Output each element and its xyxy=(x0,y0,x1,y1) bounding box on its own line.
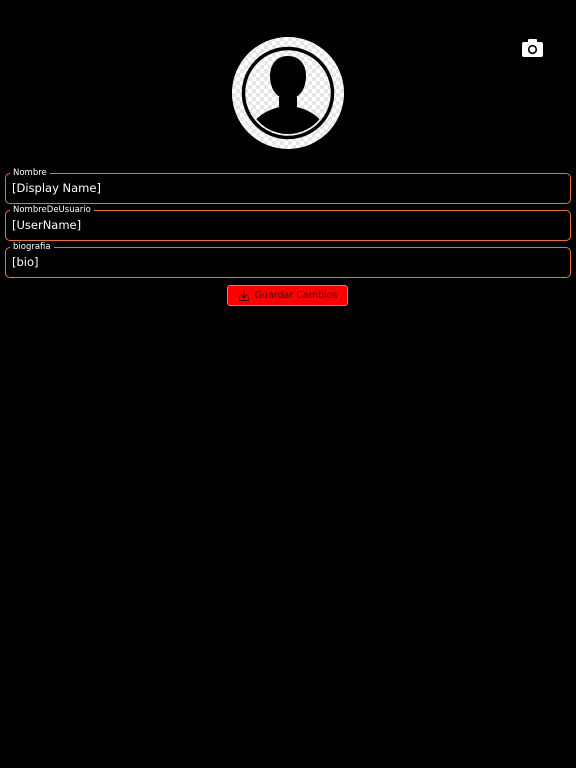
username-field[interactable]: NombreDeUsuario [UserName] xyxy=(5,204,571,241)
username-value[interactable]: [UserName] xyxy=(12,218,81,233)
camera-icon xyxy=(522,39,543,57)
display-name-value[interactable]: [Display Name] xyxy=(12,181,101,196)
save-changes-button[interactable]: Guardar Cambios xyxy=(227,285,348,306)
save-changes-label: Guardar Cambios xyxy=(254,289,338,301)
edit-profile-screen: Nombre [Display Name] NombreDeUsuario [U… xyxy=(0,0,576,768)
username-label: NombreDeUsuario xyxy=(10,204,94,216)
bio-label: biografia xyxy=(10,241,54,253)
user-silhouette-icon xyxy=(232,37,344,149)
display-name-field[interactable]: Nombre [Display Name] xyxy=(5,167,571,204)
bio-field[interactable]: biografia [bio] xyxy=(5,241,571,278)
avatar[interactable] xyxy=(232,37,344,149)
download-icon xyxy=(238,289,250,302)
display-name-label: Nombre xyxy=(10,167,50,179)
bio-value[interactable]: [bio] xyxy=(12,255,39,270)
change-photo-button[interactable] xyxy=(519,36,546,60)
